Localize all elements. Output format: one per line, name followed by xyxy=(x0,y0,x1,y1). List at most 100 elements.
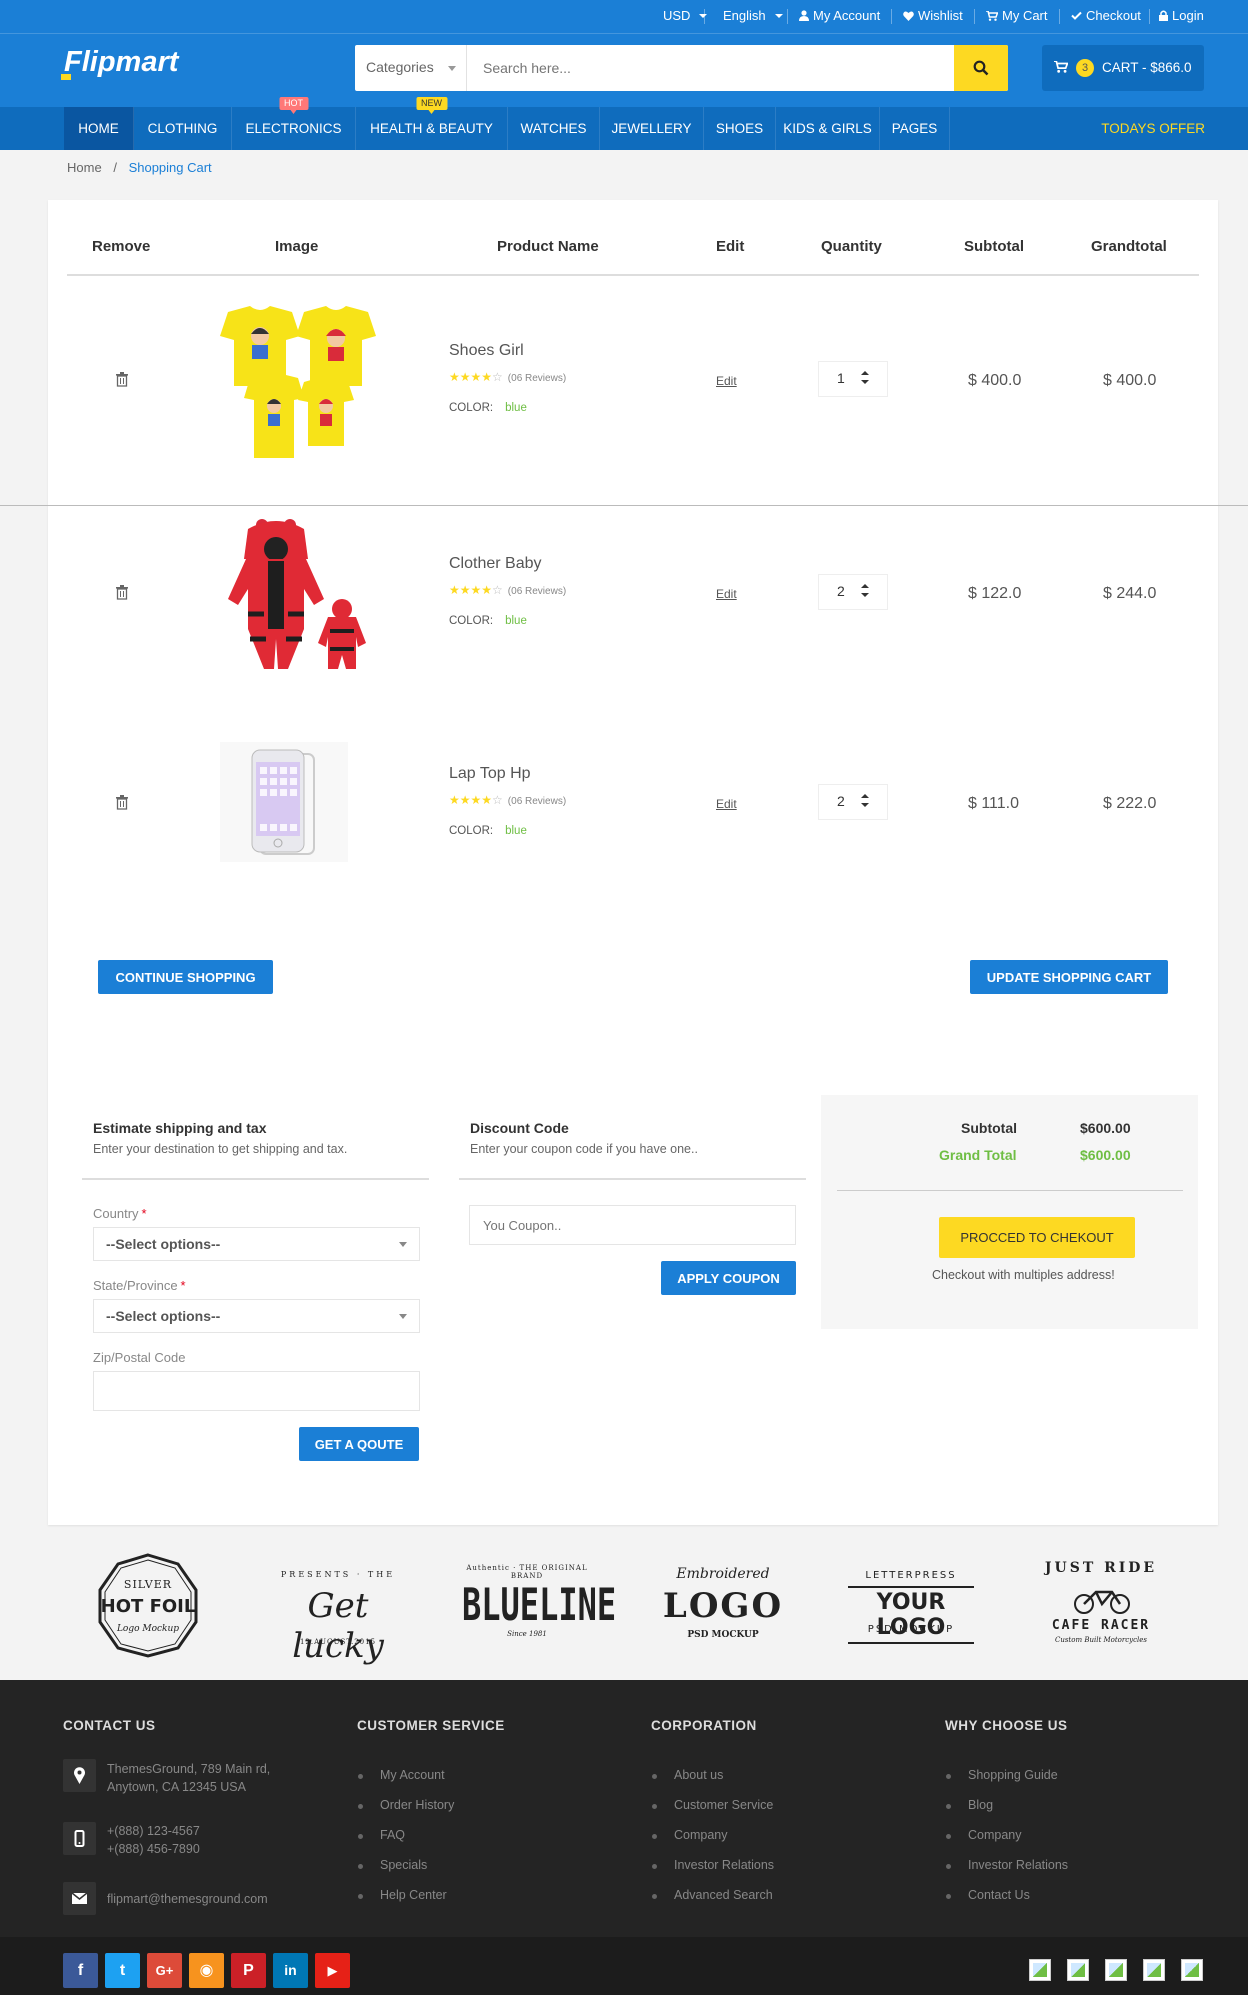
search-bar: Categories xyxy=(355,45,1008,91)
brand-logo[interactable]: PRESENTS · THE Get lucky 12.AUGUST.2015 xyxy=(268,1550,392,1666)
grandtotal-value: $ 244.0 xyxy=(1103,585,1157,602)
increase-icon[interactable] xyxy=(861,584,869,588)
product-name-link[interactable]: Lap Top Hp xyxy=(449,765,531,783)
grand-total-label: Grand Total xyxy=(939,1147,1017,1163)
currency-dropdown[interactable]: USD xyxy=(663,8,708,23)
todays-offer-link[interactable]: TODAYS OFFER xyxy=(1101,107,1205,150)
footer-link[interactable]: Shopping Guide xyxy=(946,1768,1058,1782)
coupon-input[interactable] xyxy=(469,1205,796,1245)
product-image-phone[interactable] xyxy=(220,742,348,862)
review-count[interactable]: (06 Reviews) xyxy=(508,373,566,384)
google-plus-icon[interactable]: G+ xyxy=(147,1953,182,1988)
nav-jewellery[interactable]: JEWELLERY xyxy=(600,107,704,150)
lock-icon xyxy=(1159,10,1168,21)
apply-coupon-button[interactable]: APPLY COUPON xyxy=(661,1261,796,1295)
linkedin-icon[interactable]: in xyxy=(273,1953,308,1988)
payment-method-icon xyxy=(1067,1959,1089,1981)
footer-heading-corporation: CORPORATION xyxy=(651,1718,757,1733)
nav-health-beauty[interactable]: NEW HEALTH & BEAUTY xyxy=(356,97,508,150)
brand-logo[interactable]: Authentic · THE ORIGINAL BRAND BLUELINE … xyxy=(462,1550,616,1660)
footer-link[interactable]: My Account xyxy=(358,1768,445,1782)
get-quote-button[interactable]: GET A QOUTE xyxy=(299,1427,419,1461)
footer-link[interactable]: Help Center xyxy=(358,1888,447,1902)
trash-icon[interactable] xyxy=(116,372,128,387)
nav-clothing[interactable]: CLOTHING xyxy=(134,107,232,150)
rss-icon[interactable]: ◉ xyxy=(189,1953,224,1988)
search-category-dropdown[interactable]: Categories xyxy=(355,45,467,91)
cart-icon xyxy=(1054,61,1068,73)
cart-total-label: CART - $866.0 xyxy=(1102,60,1192,75)
wishlist-link[interactable]: Wishlist xyxy=(903,8,963,23)
edit-link[interactable]: Edit xyxy=(716,374,737,388)
brand-logo[interactable]: Embroidered LOGO PSD MOCKUP xyxy=(658,1550,781,1660)
zip-input[interactable] xyxy=(93,1371,420,1411)
update-cart-button[interactable]: UPDATE SHOPPING CART xyxy=(970,960,1168,994)
state-select[interactable]: --Select options-- xyxy=(93,1299,420,1333)
edit-link[interactable]: Edit xyxy=(716,587,737,601)
nav-pages[interactable]: PAGES xyxy=(880,107,950,150)
review-count[interactable]: (06 Reviews) xyxy=(508,796,566,807)
quantity-stepper[interactable]: 2 xyxy=(818,574,888,610)
twitter-icon[interactable]: t xyxy=(105,1953,140,1988)
login-link[interactable]: Login xyxy=(1159,8,1204,23)
hot-badge: HOT xyxy=(279,97,308,114)
site-logo[interactable]: Flipmart xyxy=(61,46,178,80)
checkout-link[interactable]: Checkout xyxy=(1071,8,1141,23)
footer-link[interactable]: Company xyxy=(652,1828,728,1842)
youtube-icon[interactable]: ▶ xyxy=(315,1953,350,1988)
footer-link[interactable]: Contact Us xyxy=(946,1888,1030,1902)
footer-link[interactable]: Blog xyxy=(945,1798,993,1812)
footer-email-link[interactable]: flipmart@themesground.com xyxy=(107,1890,268,1908)
footer-link[interactable]: About us xyxy=(651,1768,723,1782)
decrease-icon[interactable] xyxy=(861,803,869,807)
quantity-stepper[interactable]: 2 xyxy=(818,784,888,820)
footer-link[interactable]: FAQ xyxy=(357,1828,405,1842)
language-dropdown[interactable]: English xyxy=(723,8,783,23)
country-select[interactable]: --Select options-- xyxy=(93,1227,420,1261)
search-button[interactable] xyxy=(954,45,1008,91)
nav-watches[interactable]: WATCHES xyxy=(508,107,600,150)
multi-address-text[interactable]: Checkout with multiples address! xyxy=(932,1268,1115,1282)
increase-icon[interactable] xyxy=(861,371,869,375)
subtotal-value: $ 400.0 xyxy=(968,372,1022,389)
cart-icon xyxy=(986,10,998,21)
edit-link[interactable]: Edit xyxy=(716,797,737,811)
brand-logo[interactable]: SILVER HOT FOIL Logo Mockup xyxy=(88,1550,208,1660)
quantity-stepper[interactable]: 1 xyxy=(818,361,888,397)
proceed-checkout-button[interactable]: PROCCED TO CHEKOUT xyxy=(939,1217,1135,1258)
review-count[interactable]: (06 Reviews) xyxy=(508,586,566,597)
product-image-baby-clothes[interactable] xyxy=(228,519,374,672)
footer-link[interactable]: Investor Relations xyxy=(651,1858,774,1872)
facebook-icon[interactable]: f xyxy=(63,1953,98,1988)
continue-shopping-button[interactable]: CONTINUE SHOPPING xyxy=(98,960,273,994)
nav-shoes[interactable]: SHOES xyxy=(704,107,776,150)
product-color: COLOR: blue xyxy=(449,402,527,414)
footer-link[interactable]: Investor Relations xyxy=(945,1858,1068,1872)
pinterest-icon[interactable]: P xyxy=(231,1953,266,1988)
footer-link[interactable]: Company xyxy=(946,1828,1022,1842)
search-input[interactable] xyxy=(467,45,961,91)
brand-logo[interactable]: LETTERPRESS YOUR LOGO PSD MOCKUP xyxy=(848,1550,974,1660)
my-account-link[interactable]: My Account xyxy=(799,8,880,23)
decrease-icon[interactable] xyxy=(861,380,869,384)
product-image-shirts[interactable] xyxy=(220,306,376,460)
footer-link[interactable]: Advanced Search xyxy=(652,1888,773,1902)
nav-home[interactable]: HOME xyxy=(64,107,134,150)
nav-kids-girls[interactable]: KIDS & GIRLS xyxy=(776,107,880,150)
trash-icon[interactable] xyxy=(116,585,128,600)
decrease-icon[interactable] xyxy=(861,593,869,597)
header-cart-button[interactable]: 3 CART - $866.0 xyxy=(1042,45,1204,91)
footer-link[interactable]: Customer Service xyxy=(651,1798,773,1812)
discount-subtitle: Enter your coupon code if you have one.. xyxy=(470,1142,698,1156)
footer-link[interactable]: Order History xyxy=(357,1798,454,1812)
my-cart-link[interactable]: My Cart xyxy=(986,8,1048,23)
trash-icon[interactable] xyxy=(116,795,128,810)
increase-icon[interactable] xyxy=(861,794,869,798)
grandtotal-value: $ 400.0 xyxy=(1103,372,1157,389)
product-name-link[interactable]: Shoes Girl xyxy=(449,342,524,360)
nav-electronics[interactable]: HOT ELECTRONICS xyxy=(232,97,356,150)
breadcrumb-home[interactable]: Home xyxy=(67,160,102,175)
brand-logo[interactable]: JUST RIDE CAFE RACER Custom Built Motorc… xyxy=(1036,1550,1156,1660)
footer-link[interactable]: Specials xyxy=(357,1858,427,1872)
product-name-link[interactable]: Clother Baby xyxy=(449,555,542,573)
